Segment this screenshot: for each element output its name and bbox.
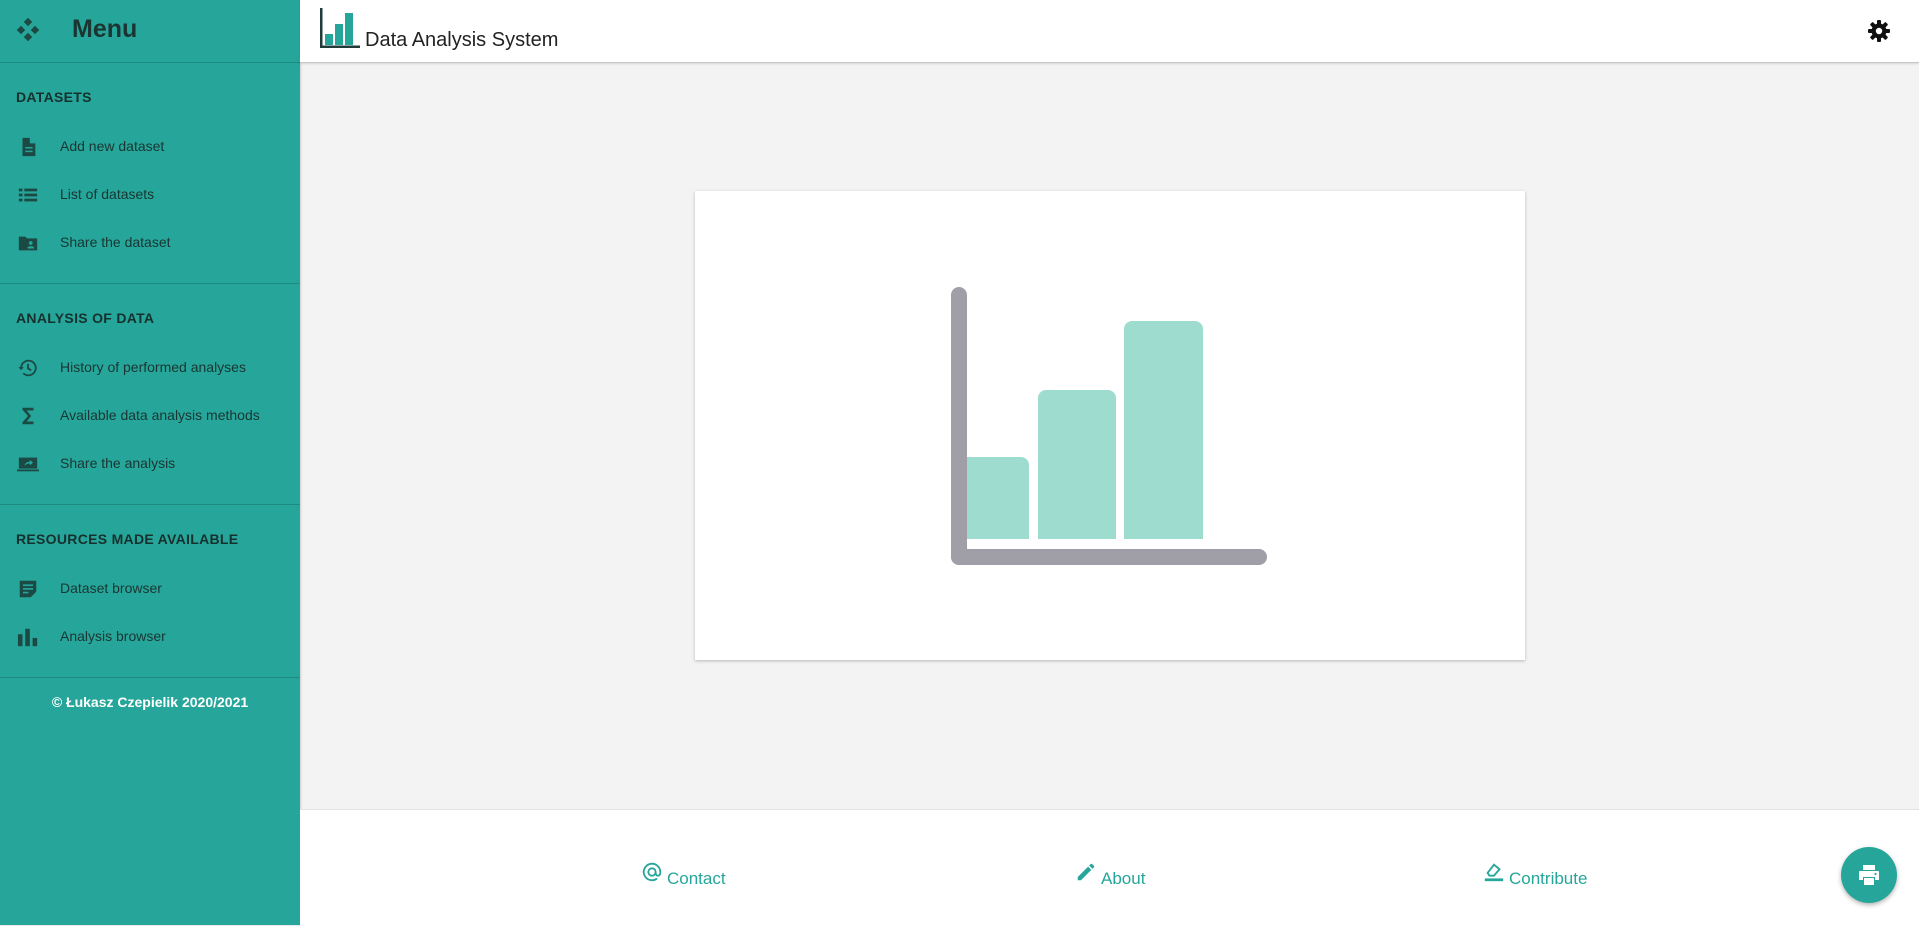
screen-share-icon xyxy=(17,457,39,472)
illustration-bar-large xyxy=(1124,321,1203,554)
sidebar-item-label: Available data analysis methods xyxy=(60,407,260,423)
illustration-card xyxy=(695,191,1525,660)
sidebar-item-dataset-browser[interactable]: Dataset browser xyxy=(0,565,300,613)
page-footer: Contact About Contribute xyxy=(300,809,1919,926)
folder-share-icon xyxy=(18,236,38,251)
sidebar-item-add-new-dataset[interactable]: Add new dataset xyxy=(0,123,300,171)
sidebar-item-list-of-datasets[interactable]: List of datasets xyxy=(0,171,300,219)
print-icon xyxy=(1859,865,1879,885)
top-bar: Data Analysis System xyxy=(300,0,1919,63)
sidebar: Menu DATASETS Add new dataset List of da… xyxy=(0,0,300,925)
sidebar-item-label: Dataset browser xyxy=(60,580,162,596)
history-icon xyxy=(18,359,37,377)
bar-chart-logo-icon[interactable] xyxy=(320,8,360,48)
sigma-icon xyxy=(22,407,34,425)
sidebar-title: Menu xyxy=(72,15,138,43)
illustration-y-axis xyxy=(951,287,967,565)
sidebar-item-label: List of datasets xyxy=(60,186,155,202)
file-icon xyxy=(22,137,36,157)
sidebar-section-resources: RESOURCES MADE AVAILABLE Dataset browser… xyxy=(0,505,300,678)
section-title: ANALYSIS OF DATA xyxy=(16,310,155,326)
illustration-bar-medium xyxy=(1038,390,1116,554)
pencil-icon xyxy=(1077,863,1095,881)
eraser-icon xyxy=(1484,863,1504,882)
sidebar-header: Menu xyxy=(0,0,300,63)
footer-link-contribute[interactable]: Contribute xyxy=(1483,863,1588,889)
gear-icon[interactable] xyxy=(1867,19,1891,43)
sidebar-item-share-the-analysis[interactable]: Share the analysis xyxy=(0,440,300,488)
footer-link-label: Contact xyxy=(667,869,726,888)
sidebar-item-label: Share the analysis xyxy=(60,455,176,471)
copyright-text: © Łukasz Czepielik 2020/2021 xyxy=(51,694,249,710)
sidebar-item-label: Share the dataset xyxy=(60,234,171,250)
note-icon xyxy=(19,580,37,598)
sidebar-section-analysis: ANALYSIS OF DATA History of performed an… xyxy=(0,284,300,505)
sidebar-section-datasets: DATASETS Add new dataset List of dataset… xyxy=(0,63,300,284)
list-icon xyxy=(18,188,38,202)
bar-chart-icon xyxy=(17,628,38,647)
footer-link-contact[interactable]: Contact xyxy=(641,862,726,889)
sidebar-item-label: Add new dataset xyxy=(60,138,165,154)
menu-icon[interactable] xyxy=(16,18,40,42)
footer-link-label: Contribute xyxy=(1509,869,1588,888)
footer-link-label: About xyxy=(1101,869,1146,888)
section-title: DATASETS xyxy=(16,89,92,105)
bar-chart-illustration xyxy=(950,287,1267,565)
sidebar-item-history[interactable]: History of performed analyses xyxy=(0,344,300,392)
app-title: Data Analysis System xyxy=(365,29,559,51)
illustration-x-axis xyxy=(951,549,1267,565)
sidebar-item-analysis-browser[interactable]: Analysis browser xyxy=(0,613,300,661)
sidebar-item-share-the-dataset[interactable]: Share the dataset xyxy=(0,219,300,267)
at-icon xyxy=(642,862,662,882)
sidebar-item-label: Analysis browser xyxy=(60,628,166,644)
print-button[interactable] xyxy=(1841,847,1897,903)
sidebar-item-available-methods[interactable]: Available data analysis methods xyxy=(0,392,300,440)
sidebar-item-label: History of performed analyses xyxy=(60,359,246,375)
section-title: RESOURCES MADE AVAILABLE xyxy=(16,531,239,547)
footer-link-about[interactable]: About xyxy=(1075,863,1146,889)
